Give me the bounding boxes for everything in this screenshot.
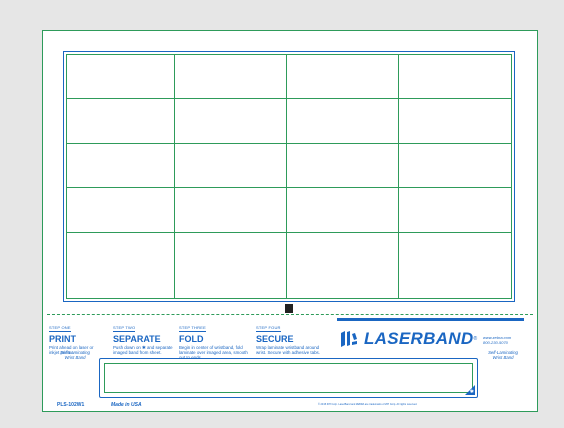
step-title: FOLD bbox=[179, 334, 204, 344]
label-cell bbox=[175, 188, 287, 233]
step-title: SEPARATE bbox=[113, 334, 161, 344]
step-fold: STEP THREE FOLD Begin in center of wrist… bbox=[179, 316, 251, 360]
label-cell bbox=[399, 99, 511, 144]
label-grid bbox=[66, 54, 512, 299]
zebra-logo-icon bbox=[341, 331, 357, 347]
step-title: PRINT bbox=[49, 334, 76, 344]
alignment-marker bbox=[285, 304, 293, 313]
label-cell bbox=[175, 55, 287, 99]
made-in-label: Made in USA bbox=[111, 402, 142, 408]
step-number: STEP TWO bbox=[113, 325, 136, 332]
brand-name: LASERBAND bbox=[364, 329, 474, 348]
label-cell bbox=[67, 188, 175, 233]
label-cell bbox=[399, 55, 511, 99]
label-cell bbox=[287, 233, 399, 298]
side-label-line: Wrist Band bbox=[64, 355, 86, 360]
label-cell bbox=[67, 99, 175, 144]
step-secure: STEP FOUR SECURE Wrap laminate wristband… bbox=[256, 316, 320, 355]
label-cell bbox=[67, 233, 175, 298]
label-cell bbox=[67, 55, 175, 99]
side-label-right: Self-Laminating Wrist Band bbox=[481, 350, 525, 360]
step-description: Wrap laminate wristband around wrist. Se… bbox=[256, 345, 320, 355]
wristband: ✱ bbox=[99, 358, 478, 398]
step-separate: STEP TWO SEPARATE Push down on ✱ and sep… bbox=[113, 316, 175, 355]
side-label-left: Self-Laminating Wrist Band bbox=[53, 350, 97, 360]
label-cell bbox=[67, 144, 175, 188]
label-cell bbox=[399, 233, 511, 298]
label-cell bbox=[287, 144, 399, 188]
step-description: Push down on ✱ and separate imaged band … bbox=[113, 345, 173, 355]
step-number: STEP FOUR bbox=[256, 325, 281, 332]
step-title: SECURE bbox=[256, 334, 294, 344]
label-sheet: STEP ONE PRINT Print ahead on laser or i… bbox=[42, 30, 538, 412]
contact-phone: 800-230-5070 bbox=[483, 340, 508, 345]
label-cell bbox=[287, 188, 399, 233]
registered-mark: ® bbox=[473, 336, 478, 342]
asterisk-icon: ✱ bbox=[469, 389, 474, 395]
separation-line bbox=[47, 314, 533, 315]
label-cell bbox=[175, 144, 287, 188]
part-number: PLS-102W1 bbox=[57, 402, 85, 408]
wristband-print-area bbox=[104, 363, 473, 393]
brand-logo: LASERBAND ® bbox=[339, 329, 477, 349]
brand-bar bbox=[337, 318, 524, 321]
label-cell bbox=[287, 55, 399, 99]
label-cell bbox=[399, 188, 511, 233]
step-number: STEP THREE bbox=[179, 325, 206, 332]
label-grid-frame bbox=[63, 51, 515, 302]
label-cell bbox=[175, 99, 287, 144]
step-number: STEP ONE bbox=[49, 325, 71, 332]
contact-info: www.zebra.com 800-230-5070 bbox=[483, 335, 511, 345]
label-cell bbox=[175, 233, 287, 298]
label-cell bbox=[399, 144, 511, 188]
side-label-line: Wrist Band bbox=[492, 355, 514, 360]
label-cell bbox=[287, 99, 399, 144]
legal-text: © 2015 ZIH Corp. LaserBand and ZEBRA are… bbox=[318, 403, 418, 406]
